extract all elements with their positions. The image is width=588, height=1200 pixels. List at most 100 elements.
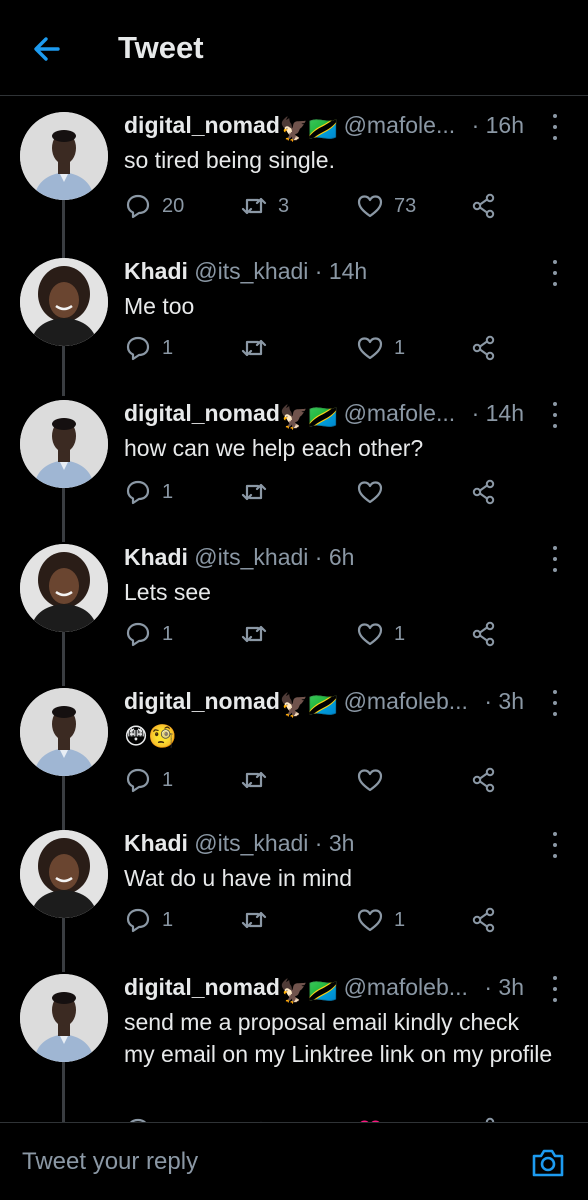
timestamp[interactable]: · 3h: [478, 688, 524, 715]
tweet-text: so tired being single.: [124, 147, 335, 173]
more-options-icon[interactable]: [548, 976, 562, 1002]
like-count: 1: [394, 336, 406, 359]
name-emoji: 🦅🇹🇿: [279, 404, 338, 430]
tweet-header: digital_nomad🦅🇹🇿 @mafoleb... · 3h: [124, 688, 524, 722]
avatar-digital-nomad[interactable]: [20, 974, 108, 1062]
reply-button[interactable]: 1: [124, 330, 173, 366]
like-button[interactable]: [356, 474, 394, 510]
avatar-khadi[interactable]: [20, 258, 108, 346]
avatar-khadi[interactable]: [20, 830, 108, 918]
more-options-icon[interactable]: [548, 402, 562, 428]
more-options-icon[interactable]: [548, 546, 562, 572]
tweet-actions: 1 1: [124, 330, 524, 366]
tweet[interactable]: digital_nomad🦅🇹🇿 @mafole... · 14h how ca…: [0, 384, 588, 528]
display-name[interactable]: Khadi: [124, 258, 188, 284]
reply-icon: [126, 336, 150, 361]
reply-button[interactable]: 20: [124, 188, 184, 224]
heart-icon: [357, 481, 383, 504]
share-button[interactable]: [470, 330, 498, 366]
heart-icon: [357, 769, 383, 792]
retweet-button[interactable]: [240, 474, 278, 510]
avatar-digital-nomad[interactable]: [20, 688, 108, 776]
reply-button[interactable]: 1: [124, 902, 173, 938]
retweet-button[interactable]: [240, 762, 278, 798]
display-name[interactable]: digital_nomad: [124, 112, 280, 138]
like-button[interactable]: [356, 762, 394, 798]
more-options-icon[interactable]: [548, 832, 562, 858]
reply-count: 1: [162, 480, 174, 503]
like-count: 1: [394, 622, 406, 645]
tweet[interactable]: Khadi @its_khadi · 14h Me too 1 1: [0, 242, 588, 384]
tweet[interactable]: Khadi @its_khadi · 3h Wat do u have in m…: [0, 814, 588, 958]
timestamp[interactable]: · 3h: [478, 974, 524, 1001]
share-button[interactable]: [470, 762, 498, 798]
username[interactable]: @mafole...: [344, 112, 456, 138]
tweet[interactable]: digital_nomad🦅🇹🇿 @mafole... · 16h so tir…: [0, 96, 588, 242]
username[interactable]: @its_khadi: [194, 258, 308, 284]
avatar-khadi[interactable]: [20, 544, 108, 632]
more-options-icon[interactable]: [548, 690, 562, 716]
retweet-button[interactable]: [240, 1112, 268, 1122]
tweet-header: digital_nomad🦅🇹🇿 @mafole... · 16h: [124, 112, 524, 146]
display-name[interactable]: Khadi: [124, 544, 188, 570]
heart-icon: [357, 623, 383, 646]
tweet[interactable]: Khadi @its_khadi · 6h Lets see 1 1: [0, 528, 588, 672]
share-button[interactable]: [470, 1112, 498, 1122]
retweet-button[interactable]: 3: [240, 188, 289, 224]
reply-icon: [126, 194, 150, 219]
username[interactable]: @mafoleb...: [344, 688, 468, 714]
timestamp[interactable]: · 14h: [465, 400, 524, 427]
tweet-thread: digital_nomad🦅🇹🇿 @mafole... · 16h so tir…: [0, 96, 588, 1122]
back-arrow-icon[interactable]: [28, 30, 66, 68]
share-button[interactable]: [470, 474, 498, 510]
tweet-actions: [124, 1112, 524, 1122]
tweet-actions: 20 3 73: [124, 188, 524, 224]
share-button[interactable]: [470, 902, 498, 938]
like-button[interactable]: 73: [356, 188, 416, 224]
reply-button[interactable]: 1: [124, 474, 173, 510]
retweet-icon: [241, 483, 267, 501]
timestamp[interactable]: · 16h: [465, 112, 524, 139]
camera-icon[interactable]: [530, 1145, 566, 1181]
like-button[interactable]: [356, 1112, 384, 1122]
timestamp[interactable]: · 3h: [315, 830, 355, 856]
reply-input[interactable]: [20, 1147, 504, 1177]
like-button[interactable]: 1: [356, 330, 405, 366]
retweet-button[interactable]: [240, 902, 278, 938]
timestamp[interactable]: · 14h: [315, 258, 367, 284]
display-name[interactable]: digital_nomad: [124, 400, 280, 426]
username[interactable]: @mafole...: [344, 400, 456, 426]
username[interactable]: @its_khadi: [194, 544, 308, 570]
tweet-actions: 1: [124, 762, 524, 798]
tweet-text: 😳🧐: [124, 723, 177, 749]
username[interactable]: @mafoleb...: [344, 974, 468, 1000]
reply-composer: [0, 1122, 588, 1200]
timestamp[interactable]: · 6h: [315, 544, 355, 570]
share-button[interactable]: [470, 616, 498, 652]
share-button[interactable]: [470, 188, 498, 224]
tweet-text: Me too: [124, 293, 195, 319]
reply-count: 1: [162, 768, 174, 791]
avatar-digital-nomad[interactable]: [20, 400, 108, 488]
reply-button[interactable]: 1: [124, 616, 173, 652]
more-options-icon[interactable]: [548, 114, 562, 140]
display-name[interactable]: digital_nomad: [124, 688, 280, 714]
reply-icon: [126, 622, 150, 647]
like-button[interactable]: 1: [356, 902, 405, 938]
avatar-digital-nomad[interactable]: [20, 112, 108, 200]
heart-icon: [357, 195, 383, 218]
heart-icon: [357, 909, 383, 932]
display-name[interactable]: digital_nomad: [124, 974, 280, 1000]
username[interactable]: @its_khadi: [194, 830, 308, 856]
retweet-button[interactable]: [240, 330, 278, 366]
tweet[interactable]: digital_nomad🦅🇹🇿 @mafoleb... · 3h 😳🧐 1: [0, 672, 588, 814]
retweet-button[interactable]: [240, 616, 278, 652]
more-options-icon[interactable]: [548, 260, 562, 286]
display-name[interactable]: Khadi: [124, 830, 188, 856]
reply-button[interactable]: 1: [124, 762, 173, 798]
reply-icon: [126, 768, 150, 793]
like-button[interactable]: 1: [356, 616, 405, 652]
tweet-header: Khadi @its_khadi · 14h: [124, 258, 524, 292]
tweet[interactable]: digital_nomad🦅🇹🇿 @mafoleb... · 3h send m…: [0, 958, 588, 1122]
reply-button[interactable]: [124, 1112, 152, 1122]
